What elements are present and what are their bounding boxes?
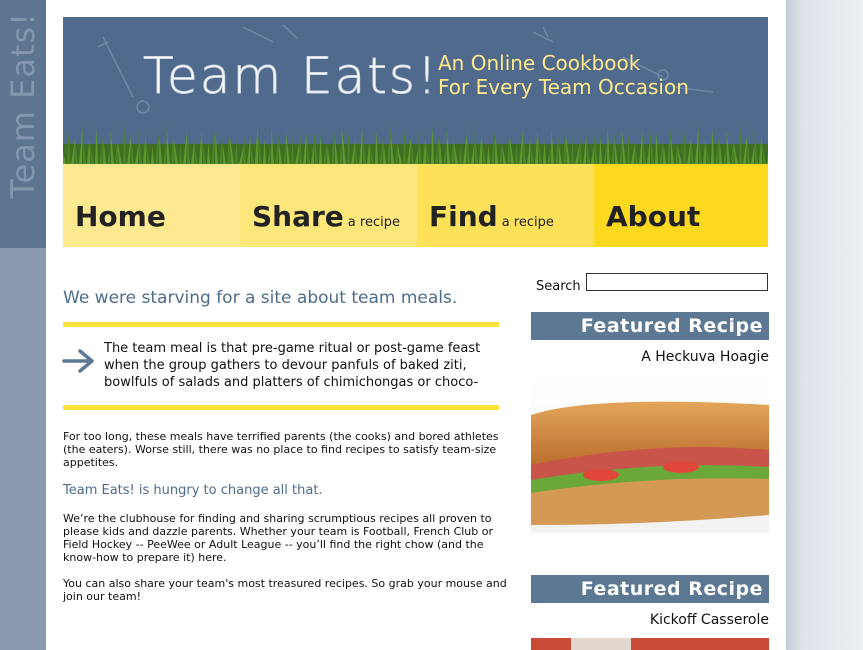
side-tab: Team Eats! xyxy=(0,0,46,248)
page-headline: We were starving for a site about team m… xyxy=(63,288,458,308)
page-shadow xyxy=(786,0,863,650)
featured-recipe-header-2: Featured Recipe xyxy=(531,575,769,603)
page: Team Eats! An Online Cookbook For Every … xyxy=(46,0,786,650)
paragraph-1: For too long, these meals have terrified… xyxy=(63,430,499,469)
divider-top xyxy=(63,322,499,327)
nav-home[interactable]: Home xyxy=(63,164,240,247)
nav-about[interactable]: About xyxy=(594,164,768,247)
search-input[interactable] xyxy=(586,273,768,291)
featured-recipe-title-2: Featured Recipe xyxy=(580,578,763,600)
divider-bottom xyxy=(63,405,499,410)
featured-recipe-title-1: Featured Recipe xyxy=(580,315,763,337)
paragraph-3: You can also share your team's most trea… xyxy=(63,577,507,603)
nav-share-label: Share a recipe xyxy=(252,200,400,233)
paragraph-2: We’re the clubhouse for finding and shar… xyxy=(63,512,494,564)
tagline-line-1: An Online Cookbook xyxy=(438,51,641,75)
featured-recipe-name-1[interactable]: A Heckuva Hoagie xyxy=(531,349,769,365)
site-logo[interactable]: Team Eats! xyxy=(143,47,439,106)
nav-home-label: Home xyxy=(75,200,166,233)
side-tab-text: Team Eats! xyxy=(4,12,42,199)
tagline: An Online Cookbook For Every Team Occasi… xyxy=(438,51,689,99)
arrow-right-icon xyxy=(62,349,94,373)
search-label: Search xyxy=(536,279,581,294)
intro-text: The team meal is that pre-game ritual or… xyxy=(104,341,481,390)
nav-find[interactable]: Find a recipe xyxy=(417,164,594,247)
grass-graphic xyxy=(63,126,768,164)
main-nav: Home Share a recipe Find a recipe About xyxy=(63,164,768,247)
featured-recipe-header-1: Featured Recipe xyxy=(531,312,769,340)
nav-share-sub: a recipe xyxy=(347,215,400,230)
nav-find-label: Find a recipe xyxy=(429,200,554,233)
casserole-image[interactable] xyxy=(531,638,769,650)
banner: Team Eats! An Online Cookbook For Every … xyxy=(63,17,768,164)
featured-recipe-name-2[interactable]: Kickoff Casserole xyxy=(531,612,769,628)
nav-about-label: About xyxy=(606,200,701,233)
tagline-line-2: For Every Team Occasion xyxy=(438,75,689,99)
hoagie-image[interactable] xyxy=(531,375,769,533)
hungry-callout: Team Eats! is hungry to change all that. xyxy=(63,483,323,498)
nav-share[interactable]: Share a recipe xyxy=(240,164,417,247)
nav-find-sub: a recipe xyxy=(501,215,554,230)
